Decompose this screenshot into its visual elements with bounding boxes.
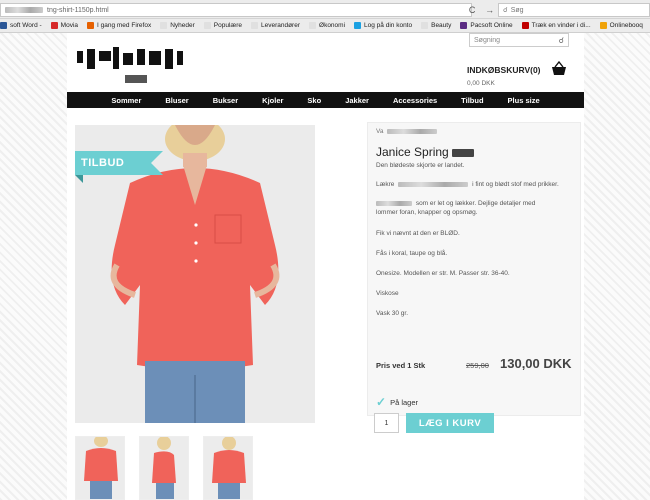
arrow-icon[interactable]: → <box>485 5 494 15</box>
bookmark-favicon-icon <box>599 22 607 29</box>
stock-status: ✓ På lager <box>376 395 418 409</box>
bookmark-favicon-icon <box>521 22 529 29</box>
new-price: 130,00 DKK <box>500 356 572 371</box>
bookmark-label: Pacsoft Online <box>470 22 513 29</box>
search-icon: ☌ <box>503 7 508 14</box>
bookmark-favicon-icon <box>160 22 168 29</box>
bookmark-item[interactable]: Log på din konto <box>354 22 412 29</box>
ribbon-fold <box>75 175 83 183</box>
bookmark-label: Økonomi <box>319 22 346 29</box>
search-icon[interactable]: ☌ <box>559 36 564 45</box>
browser-search-input[interactable]: ☌ Søg <box>498 3 650 17</box>
browser-toolbar: tng-shirt-1150p.html C → ☌ Søg <box>0 0 650 19</box>
quantity-input[interactable] <box>374 413 399 433</box>
site-logo[interactable] <box>75 41 185 87</box>
product-desc-5: Onesize. Modellen er str. M. Passer str.… <box>376 270 510 277</box>
url-field[interactable]: tng-shirt-1150p.html <box>0 3 472 17</box>
site-search-input[interactable]: Søgning ☌ <box>469 33 569 47</box>
product-thumbnail[interactable] <box>75 436 125 500</box>
bookmark-favicon-icon <box>460 22 468 29</box>
cart-link[interactable]: INDKØBSKURV(0) <box>467 65 541 75</box>
bookmark-label: Log på din konto <box>364 22 413 29</box>
menu-item[interactable]: Plus size <box>496 96 552 105</box>
bookmark-favicon-icon <box>354 22 362 29</box>
product-desc-6: Viskose <box>376 290 399 297</box>
menu-item[interactable]: Kjoler <box>250 96 295 105</box>
bookmark-item[interactable]: Træk en vinder i di... <box>521 22 591 29</box>
bookmark-favicon-icon <box>250 22 258 29</box>
menu-item[interactable]: Sommer <box>99 96 153 105</box>
menu-item[interactable]: Sko <box>295 96 333 105</box>
add-to-cart-button[interactable]: LÆG I KURV <box>406 413 494 433</box>
offer-ribbon: TILBUD <box>75 151 163 175</box>
bookmark-label: soft Word - <box>10 22 42 29</box>
bookmark-item[interactable]: soft Word - <box>0 22 42 29</box>
bookmark-label: Leverandører <box>260 22 301 29</box>
bookmarks-bar: soft Word - Movia I gang med Firefox Nyhede… <box>0 19 650 33</box>
product-brand: Va <box>376 128 438 135</box>
basket-icon[interactable] <box>551 61 567 77</box>
cart-sum: 0,00 DKK <box>467 80 495 87</box>
product-desc-7: Vask 30 gr. <box>376 310 409 317</box>
bookmark-item[interactable]: Onlinebooq <box>599 22 643 29</box>
bookmark-item[interactable]: Beauty <box>421 22 451 29</box>
bookmark-label: Populære <box>213 22 242 29</box>
bookmark-favicon-icon <box>87 22 95 29</box>
blurred-url-prefix <box>5 7 43 13</box>
old-price: 259,00 <box>466 361 489 370</box>
product-desc-2: som er let og lækker. Dejlige detaljer m… <box>376 200 536 216</box>
bookmark-item[interactable]: Movia <box>50 22 79 29</box>
menu-item[interactable]: Bukser <box>201 96 250 105</box>
bookmark-label: I gang med Firefox <box>97 22 152 29</box>
menu-item[interactable]: Accessories <box>381 96 449 105</box>
product-title: Janice Spring <box>376 145 475 159</box>
site-search-placeholder: Søgning <box>474 36 501 44</box>
product-subtitle: Den blødeste skjorte er landet. <box>376 162 465 169</box>
url-text: tng-shirt-1150p.html <box>47 6 109 14</box>
bookmark-label: Træk en vinder i di... <box>531 22 591 29</box>
bookmark-label: Movia <box>60 22 79 29</box>
bookmark-item[interactable]: Økonomi <box>309 22 345 29</box>
price-label: Pris ved 1 Stk <box>376 361 426 370</box>
main-menu: Sommer Bluser Bukser Kjoler Sko Jakker Accesso… <box>67 92 584 108</box>
bookmark-favicon-icon <box>50 22 58 29</box>
menu-item[interactable]: Jakker <box>333 96 381 105</box>
stock-label: På lager <box>390 397 418 407</box>
bookmark-item[interactable]: Populære <box>203 22 242 29</box>
menu-item[interactable]: Bluser <box>153 96 200 105</box>
bookmark-label: Nyheder <box>170 22 195 29</box>
menu-item[interactable]: Tilbud <box>449 96 495 105</box>
product-thumbnail[interactable] <box>139 436 189 500</box>
bookmark-favicon-icon <box>309 22 317 29</box>
browser-nav: C → <box>464 3 499 17</box>
web-page: Søgning ☌ INDKØBSKURV(0) 0,00 DKK Sommer… <box>67 33 584 500</box>
bookmark-item[interactable]: Nyheder <box>160 22 195 29</box>
browser-search-placeholder: Søg <box>510 6 524 14</box>
bookmark-label: Beauty <box>431 22 452 29</box>
product-desc-1: Lækre i fint og blødt stof med prikker. <box>376 181 559 188</box>
bookmark-item[interactable]: I gang med Firefox <box>87 22 151 29</box>
bookmark-favicon-icon <box>421 22 429 29</box>
product-main-image[interactable]: TILBUD <box>75 125 315 423</box>
check-icon: ✓ <box>376 395 387 409</box>
bookmark-item[interactable]: Pacsoft Online <box>460 22 513 29</box>
product-desc-4: Fås i koral, taupe og blå. <box>376 250 448 257</box>
reload-icon[interactable]: C <box>469 5 476 15</box>
bookmark-item[interactable]: Leverandører <box>250 22 301 29</box>
product-info-panel: Va Janice Spring Den blødeste skjorte er… <box>367 122 581 416</box>
bookmark-favicon-icon <box>0 22 7 29</box>
bookmark-favicon-icon <box>203 22 211 29</box>
bookmark-label: Onlinebooq <box>609 22 643 29</box>
product-desc-3: Fik vi nævnt at den er BLØD. <box>376 230 460 237</box>
product-thumbnail[interactable] <box>203 436 253 500</box>
